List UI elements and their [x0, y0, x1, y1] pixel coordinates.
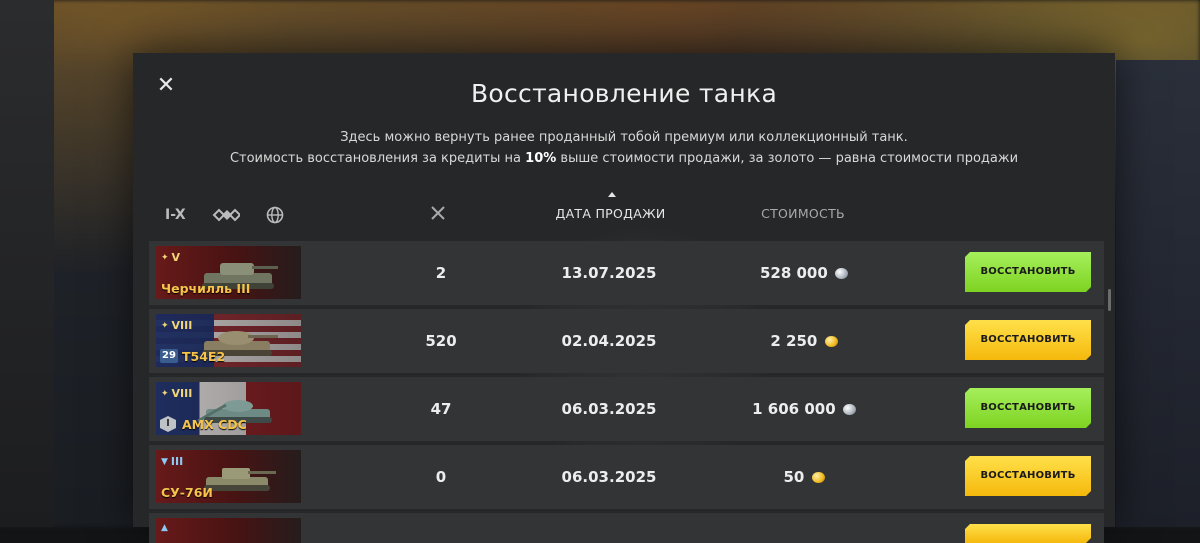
- modal-description: Здесь можно вернуть ранее проданный тобо…: [133, 127, 1115, 169]
- tank-card[interactable]: ▼ III СУ-76И: [156, 450, 301, 503]
- cost-value: 1 606 000: [752, 400, 836, 418]
- restore-button[interactable]: ВОССТАНОВИТЬ: [965, 388, 1091, 428]
- sale-date: 06.03.2025: [561, 468, 657, 486]
- restore-button[interactable]: ВОССТАНОВИТЬ: [965, 252, 1091, 292]
- restore-button[interactable]: ВОССТАНОВИТЬ: [965, 320, 1091, 360]
- filter-tier[interactable]: I-X: [165, 207, 186, 223]
- sale-date: 06.03.2025: [561, 400, 657, 418]
- premium-star-icon: ✦: [161, 252, 169, 263]
- background-right-panel: [1116, 60, 1200, 527]
- tank-card[interactable]: ✦ V Черчилль III: [156, 246, 301, 299]
- sort-ascending-icon: [608, 192, 616, 197]
- description-suffix: выше стоимости продажи, за золото — равн…: [556, 151, 1019, 166]
- tank-list: ✦ V Черчилль III 2 13.07.2025 528 000 ВО…: [149, 241, 1104, 543]
- sale-date: 13.07.2025: [561, 264, 657, 282]
- table-row: ▼ III СУ-76И 0 06.03.2025 50 ВОССТАНОВИТ…: [149, 445, 1104, 509]
- background-left-panel: [0, 0, 54, 527]
- column-sale-date[interactable]: ДАТА ПРОДАЖИ: [543, 206, 678, 221]
- battles-count: 0: [435, 468, 447, 486]
- cost-value: 50: [783, 468, 805, 486]
- tier-label: ✦ V: [161, 251, 180, 264]
- table-row: ✦ V Черчилль III 2 13.07.2025 528 000 ВО…: [149, 241, 1104, 305]
- restore-cost: 528 000: [724, 241, 884, 305]
- premium-icon: ✦: [161, 320, 169, 331]
- battles-count: 520: [425, 332, 457, 350]
- filter-bar: I-X: [165, 203, 284, 227]
- tier-label: ▲: [161, 523, 168, 533]
- restore-button[interactable]: ВОССТАНОВИТЬ: [965, 456, 1091, 496]
- tank-name: СУ-76И: [161, 485, 213, 500]
- gold-icon: [811, 472, 825, 483]
- battles-count: 47: [430, 400, 452, 418]
- premium-icon: ✦: [161, 388, 169, 399]
- description-prefix: Стоимость восстановления за кредиты на: [229, 151, 526, 166]
- mastery-count-badge: 29: [160, 349, 178, 363]
- tier-value: III: [170, 455, 184, 468]
- tier-value: VIII: [171, 387, 193, 400]
- cost-value: 2 250: [770, 332, 818, 350]
- tank-card[interactable]: ✦ VIII I AMX CDC: [156, 382, 301, 435]
- tier-label: ✦ VIII: [161, 319, 192, 332]
- description-percent: 10%: [525, 151, 557, 166]
- collector-icon: ▲: [161, 523, 168, 533]
- tank-name: T54E2: [182, 349, 226, 364]
- tier-label: ✦ VIII: [161, 387, 192, 400]
- tank-card[interactable]: ▲: [156, 518, 301, 543]
- description-line-1: Здесь можно вернуть ранее проданный тобо…: [340, 130, 908, 145]
- tank-class-icon[interactable]: [212, 207, 240, 223]
- restore-cost: 1 606 000: [724, 377, 884, 441]
- collector-icon: ▼: [161, 456, 168, 467]
- tank-name: AMX CDC: [182, 417, 247, 432]
- credits-icon: [842, 404, 856, 415]
- restore-cost: 50: [724, 445, 884, 509]
- battles-count: 2: [435, 264, 447, 282]
- tier-label: ▼ III: [161, 455, 183, 468]
- table-row-partial: ▲: [149, 513, 1104, 543]
- description-line-2: Стоимость восстановления за кредиты на 1…: [133, 148, 1115, 169]
- crossed-swords-icon[interactable]: [429, 204, 447, 225]
- credits-icon: [835, 268, 849, 279]
- card-shade: [156, 518, 301, 543]
- tier-value: VIII: [171, 319, 193, 332]
- restore-cost: 2 250: [724, 309, 884, 373]
- modal-title: Восстановление танка: [470, 79, 778, 108]
- globe-icon[interactable]: [266, 206, 284, 224]
- scrollbar[interactable]: [1108, 289, 1111, 311]
- table-row: ✦ VIII I AMX CDC 47 06.03.2025 1 606 000…: [149, 377, 1104, 441]
- column-cost[interactable]: СТОИМОСТЬ: [743, 206, 863, 221]
- restore-tank-modal: ✕ Восстановление танка Здесь можно верну…: [133, 53, 1115, 543]
- tier-value: V: [171, 251, 181, 264]
- tank-name: Черчилль III: [161, 281, 251, 296]
- gold-icon: [824, 336, 838, 347]
- cost-value: 528 000: [759, 264, 828, 282]
- tank-card[interactable]: ✦ VIII 29 T54E2: [156, 314, 301, 367]
- table-row: ✦ VIII 29 T54E2 520 02.04.2025 2 250 ВОС…: [149, 309, 1104, 373]
- sale-date: 02.04.2025: [561, 332, 657, 350]
